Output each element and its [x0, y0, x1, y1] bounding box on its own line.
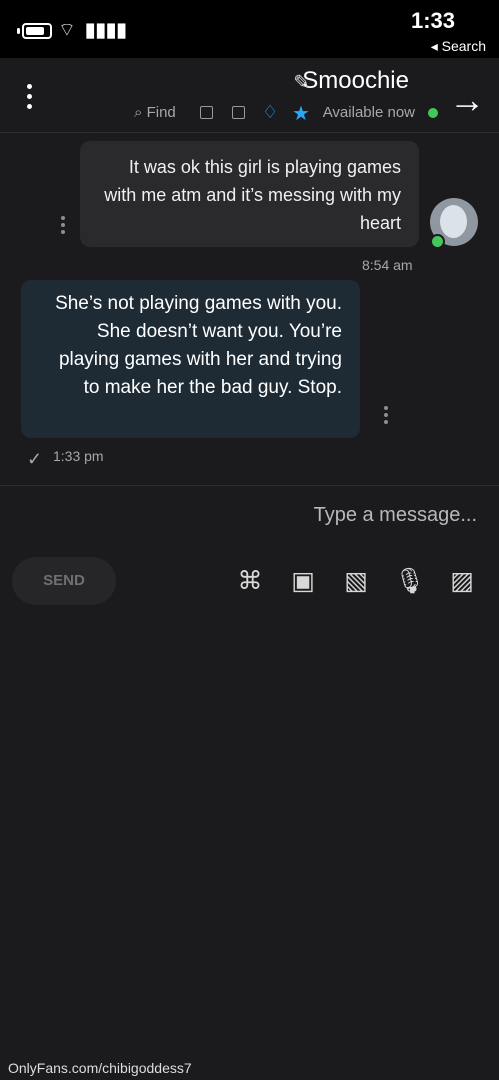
gallery-icon[interactable]: ▨ [447, 566, 477, 596]
media-icon[interactable] [200, 106, 213, 119]
calendar-icon[interactable]: ▣ [288, 566, 318, 596]
status-time: 1:33 [410, 8, 455, 33]
pencil-icon[interactable]: ✎ [293, 70, 310, 95]
message-options-icon[interactable] [60, 216, 65, 236]
footer-link[interactable]: OnlyFans.com/chibigoddess7 [8, 1060, 192, 1076]
card-icon[interactable] [232, 106, 245, 119]
contact-name[interactable]: Smoochie [302, 67, 409, 95]
read-check-icon: ✓ [27, 449, 43, 469]
more-vert-icon[interactable] [25, 84, 33, 109]
microphone-icon[interactable]: 🎙 [394, 566, 426, 596]
avatar-online-dot [430, 234, 445, 249]
send-button[interactable]: SEND [12, 557, 116, 605]
message-input[interactable]: Type a message... [314, 504, 477, 527]
outgoing-message-time: 1:33 pm [53, 448, 104, 464]
presence-status: Available now [322, 104, 415, 121]
find-label: Find [146, 104, 176, 121]
find-link[interactable]: ⌕ Find [134, 104, 176, 121]
bell-icon[interactable]: ♢ [262, 102, 278, 123]
composer-divider [0, 485, 499, 486]
wifi-icon: ⌔ [58, 20, 76, 41]
signal-icon: ▮▮▮▮ [85, 20, 127, 41]
message-options-icon[interactable] [383, 406, 388, 426]
star-icon[interactable]: ★ [292, 101, 310, 126]
outgoing-message: She’s not playing games with you. She do… [21, 280, 360, 438]
online-dot [428, 108, 438, 118]
back-to-search-link[interactable]: ◂ Search [431, 38, 486, 55]
chat-header [0, 58, 499, 133]
battery-icon [22, 23, 52, 39]
image-icon[interactable]: ▧ [341, 566, 371, 596]
incoming-message-time: 8:54 am [362, 257, 413, 273]
incoming-message: It was ok this girl is playing games wit… [80, 141, 419, 247]
battery-tip [17, 28, 20, 34]
arrow-right-icon[interactable]: → [449, 79, 485, 121]
tag-icon[interactable]: ⌘ [235, 566, 265, 596]
